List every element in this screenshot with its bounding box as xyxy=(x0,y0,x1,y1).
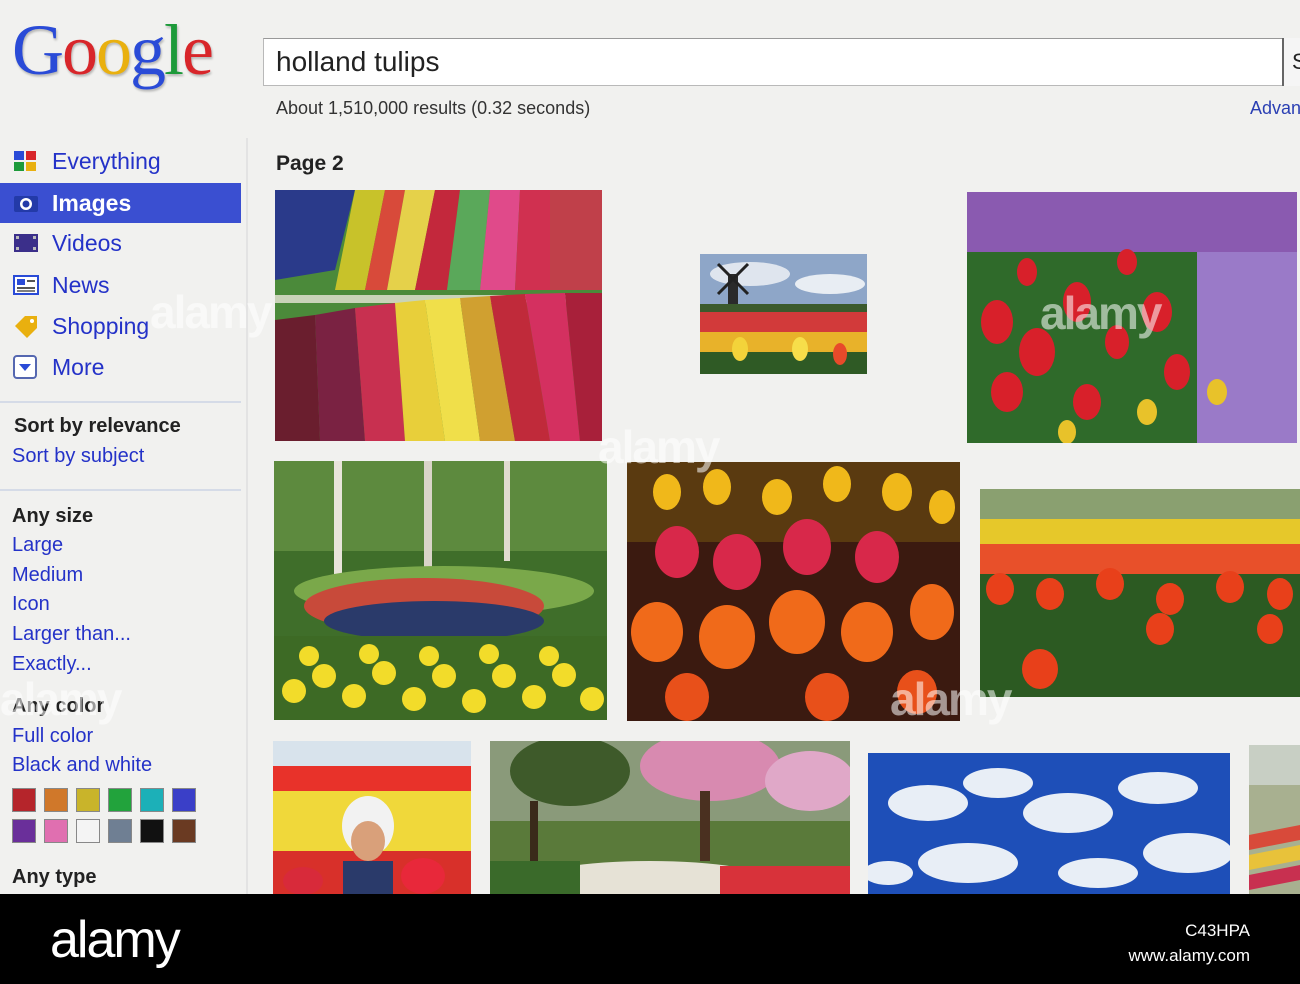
sidebar-item-more[interactable]: More xyxy=(0,347,241,387)
size-large-link[interactable]: Large xyxy=(12,534,63,557)
sidebar-item-label: More xyxy=(52,353,105,380)
sidebar-divider xyxy=(246,138,248,894)
footer-brand: alamy xyxy=(50,911,181,969)
sidebar-item-label: Images xyxy=(52,189,132,216)
sidebar-item-label: Videos xyxy=(52,229,122,256)
google-logo[interactable]: Google xyxy=(12,10,214,90)
sidebar-separator xyxy=(0,489,241,491)
sidebar-item-everything[interactable]: Everything xyxy=(0,141,241,181)
sidebar-item-shopping[interactable]: Shopping xyxy=(0,306,241,346)
logo-letter-o1: o xyxy=(62,10,98,90)
page-label: Page 2 xyxy=(276,152,344,175)
sidebar-item-label: Everything xyxy=(52,147,161,174)
result-stats: About 1,510,000 results (0.32 seconds) xyxy=(276,98,591,118)
logo-letter-g2: g xyxy=(130,10,166,90)
size-larger-than-link[interactable]: Larger than... xyxy=(12,623,131,646)
color-swatch[interactable] xyxy=(140,819,164,843)
sidebar-separator xyxy=(0,401,241,403)
search-box[interactable] xyxy=(263,38,1300,86)
footer-bar xyxy=(0,894,1300,984)
color-swatch[interactable] xyxy=(108,819,132,843)
color-swatch[interactable] xyxy=(12,819,36,843)
size-exactly-link[interactable]: Exactly... xyxy=(12,653,92,676)
logo-letter-o2: o xyxy=(96,10,132,90)
newspaper-icon xyxy=(12,273,40,297)
everything-icon xyxy=(12,149,40,173)
color-swatch[interactable] xyxy=(140,788,164,812)
logo-letter-g: G xyxy=(12,10,64,90)
footer-site: www.alamy.com xyxy=(1128,946,1250,965)
color-swatch[interactable] xyxy=(76,788,100,812)
sort-by-relevance: Sort by relevance xyxy=(14,415,181,437)
image-result-tulip-closeup[interactable] xyxy=(627,462,960,721)
footer-image-id: C43HPA xyxy=(1185,921,1250,940)
size-medium-link[interactable]: Medium xyxy=(12,564,83,587)
color-swatch[interactable] xyxy=(44,819,68,843)
advanced-search-link[interactable]: Advan xyxy=(1250,98,1300,119)
full-color-link[interactable]: Full color xyxy=(12,725,93,748)
color-swatch[interactable] xyxy=(108,788,132,812)
image-result-red-tulips[interactable] xyxy=(967,192,1297,443)
search-button[interactable]: S xyxy=(1282,38,1300,86)
color-heading: Any color xyxy=(12,695,105,717)
sidebar-item-images[interactable]: Images xyxy=(0,183,241,223)
footer-image-info: C43HPA www.alamy.com xyxy=(1128,918,1250,968)
image-result-aerial-fields[interactable] xyxy=(275,190,602,441)
sidebar-item-label: Shopping xyxy=(52,312,150,339)
sidebar-item-news[interactable]: News xyxy=(0,265,241,305)
size-heading: Any size xyxy=(12,505,94,527)
image-result-garden-pond[interactable] xyxy=(274,461,607,720)
color-swatch[interactable] xyxy=(172,788,196,812)
color-swatch[interactable] xyxy=(44,788,68,812)
image-result-dutch-woman[interactable] xyxy=(273,741,471,894)
logo-letter-l: l xyxy=(164,10,184,90)
black-and-white-link[interactable]: Black and white xyxy=(12,754,152,777)
search-input[interactable] xyxy=(276,45,1256,79)
sort-by-subject-link[interactable]: Sort by subject xyxy=(12,445,144,468)
film-icon xyxy=(12,231,40,255)
sidebar-item-label: News xyxy=(52,271,110,298)
logo-letter-e: e xyxy=(182,10,214,90)
image-result-tulip-field[interactable] xyxy=(980,489,1300,697)
chevron-down-icon xyxy=(12,355,40,379)
image-result-windmill[interactable] xyxy=(700,254,867,374)
color-swatch[interactable] xyxy=(12,788,36,812)
size-icon-link[interactable]: Icon xyxy=(12,593,50,616)
tag-icon xyxy=(12,314,40,338)
camera-icon xyxy=(12,191,40,215)
color-swatch[interactable] xyxy=(76,819,100,843)
color-swatch[interactable] xyxy=(172,819,196,843)
browser-screen: Google S About 1,510,000 results (0.32 s… xyxy=(0,0,1300,894)
image-result-park-blossoms[interactable] xyxy=(490,741,850,894)
image-result-aerial-partial[interactable] xyxy=(1249,745,1300,894)
image-result-cloudy-sky[interactable] xyxy=(868,753,1230,894)
sidebar-item-videos[interactable]: Videos xyxy=(0,223,241,263)
sidebar: Everything Images Videos News Shopping M… xyxy=(0,135,245,894)
type-heading: Any type xyxy=(12,866,97,888)
